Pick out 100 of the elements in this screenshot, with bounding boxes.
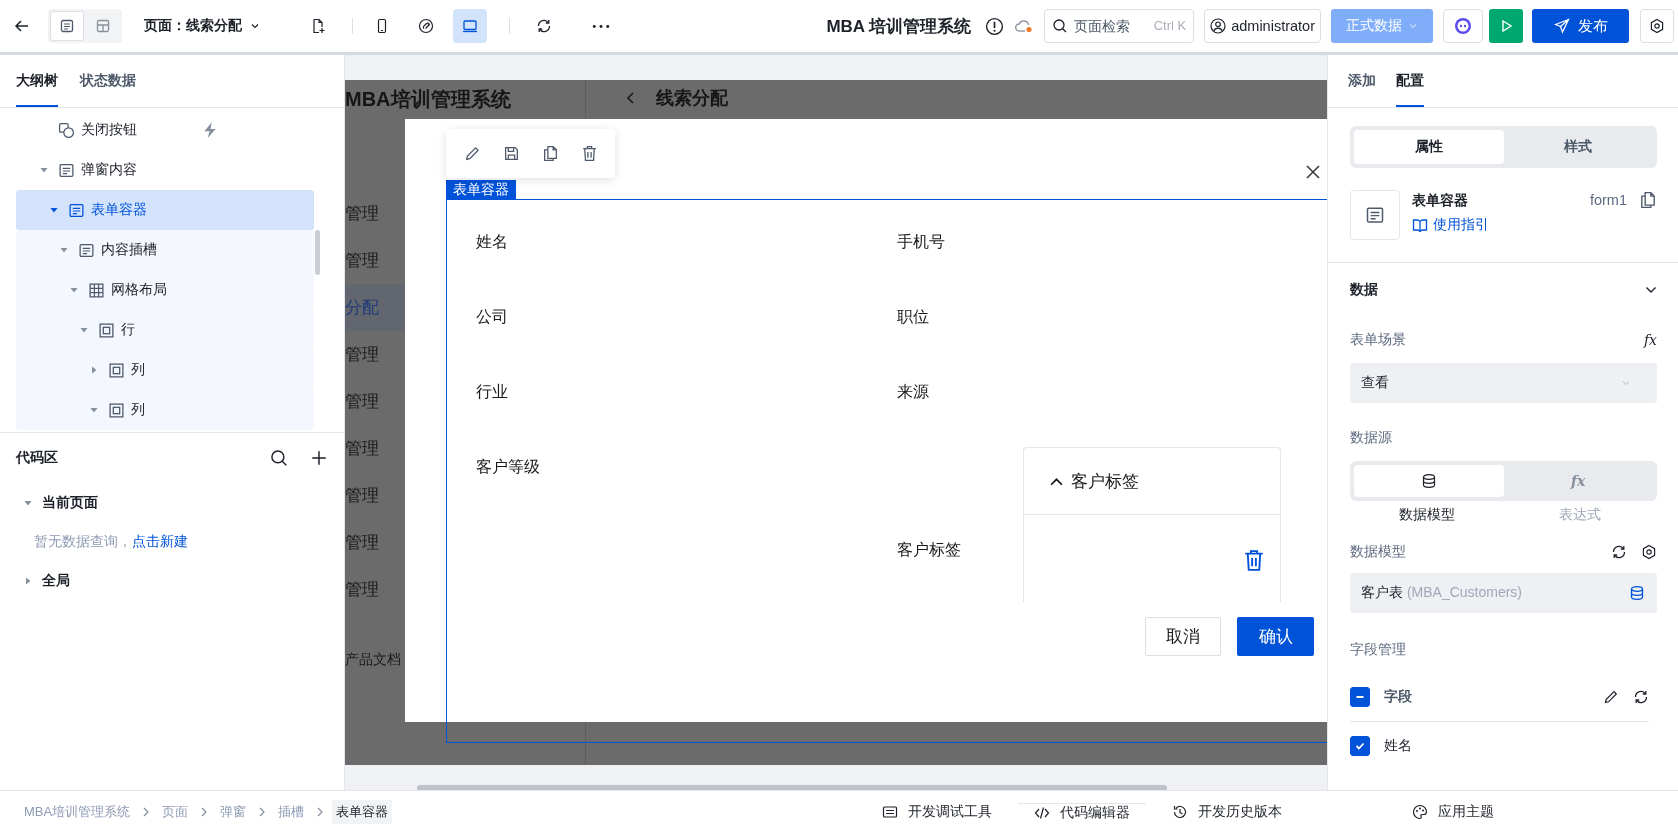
app-title: MBA 培训管理系统 bbox=[826, 15, 972, 38]
copy-icon[interactable] bbox=[1639, 190, 1657, 209]
mode-tab[interactable]: 属性 bbox=[1354, 130, 1504, 164]
mode-tab[interactable]: 样式 bbox=[1503, 130, 1653, 164]
back-icon[interactable] bbox=[626, 90, 636, 106]
scrollbar[interactable] bbox=[417, 785, 1167, 790]
refresh-icon[interactable] bbox=[536, 18, 552, 34]
publish-button[interactable]: 发布 bbox=[1532, 9, 1629, 43]
refresh-icon[interactable] bbox=[1611, 544, 1627, 560]
user-button[interactable]: administrator bbox=[1204, 9, 1321, 43]
field-label: 手机号 bbox=[897, 232, 946, 252]
edit-icon[interactable] bbox=[1603, 689, 1619, 705]
component-name: 表单容器 bbox=[1412, 192, 1469, 210]
expression-button[interactable]: fx bbox=[1643, 332, 1657, 348]
field-label: 客户等级 bbox=[476, 457, 541, 477]
caret-icon[interactable] bbox=[24, 499, 32, 507]
plus-icon[interactable] bbox=[310, 449, 328, 467]
cloud-icon[interactable] bbox=[1014, 18, 1035, 34]
chevron-icon bbox=[142, 806, 151, 818]
tree-item[interactable]: 内容插槽 bbox=[16, 230, 314, 270]
code-tool-button[interactable]: 代码编辑器 bbox=[1018, 802, 1146, 822]
tree-item[interactable]: 弹窗内容 bbox=[16, 150, 314, 190]
history-tool-button[interactable]: 开发历史版本 bbox=[1172, 803, 1282, 821]
shapes-icon bbox=[58, 121, 75, 139]
caret-icon bbox=[1621, 378, 1631, 388]
create-link[interactable]: 点击新建 bbox=[132, 533, 188, 551]
save-icon[interactable] bbox=[502, 145, 520, 162]
tree-item[interactable]: 列 bbox=[16, 350, 314, 390]
palette-icon bbox=[1412, 804, 1428, 820]
settings-icon[interactable] bbox=[1641, 544, 1657, 560]
property-label: 数据模型 bbox=[1350, 543, 1407, 561]
close-icon[interactable] bbox=[1305, 164, 1321, 180]
empty-message: 暂无数据查询， bbox=[34, 533, 132, 551]
scene-select[interactable]: 查看 bbox=[1350, 363, 1657, 403]
field-label: 公司 bbox=[476, 307, 509, 327]
guide-link[interactable]: 使用指引 bbox=[1412, 216, 1578, 234]
checkbox-label: 姓名 bbox=[1384, 737, 1413, 755]
debug-tool-button[interactable]: 开发调试工具 bbox=[882, 803, 992, 821]
data-model-field[interactable]: 客户表 (MBA_Customers) bbox=[1350, 573, 1657, 613]
search-icon[interactable] bbox=[270, 449, 288, 467]
tree-item[interactable]: 网格布局 bbox=[16, 270, 314, 310]
caret-icon[interactable] bbox=[90, 406, 98, 414]
property-label: 表单场景 bbox=[1350, 331, 1407, 349]
column-icon bbox=[108, 361, 125, 379]
tree-item[interactable]: 关闭按钮 bbox=[16, 110, 314, 150]
tree-item[interactable]: 列 bbox=[16, 390, 314, 430]
caret-icon[interactable] bbox=[24, 577, 32, 585]
caret-icon[interactable] bbox=[40, 166, 48, 174]
delete-icon[interactable] bbox=[580, 145, 598, 162]
field-checkbox[interactable] bbox=[1350, 736, 1370, 756]
subform-title: 客户标签 bbox=[1071, 470, 1139, 493]
page-title: 线索分配 bbox=[656, 87, 728, 110]
desktop-view-button[interactable] bbox=[453, 9, 487, 43]
scrollbar[interactable] bbox=[315, 230, 320, 275]
chevron-icon[interactable] bbox=[1050, 476, 1063, 486]
tree-item[interactable]: 行 bbox=[16, 310, 314, 350]
chevron-icon bbox=[258, 806, 267, 818]
more-icon[interactable] bbox=[592, 23, 610, 29]
caret-icon[interactable] bbox=[60, 246, 68, 254]
grid-icon bbox=[88, 281, 105, 299]
tree-item[interactable]: 表单容器 bbox=[16, 190, 314, 230]
code-group-label[interactable]: 当前页面 bbox=[42, 494, 98, 512]
chevron-icon[interactable] bbox=[1645, 286, 1657, 294]
caret-icon[interactable] bbox=[90, 366, 98, 374]
confirm-button[interactable]: 确认 bbox=[1237, 617, 1314, 656]
copy-icon[interactable] bbox=[541, 145, 559, 162]
layout-icon bbox=[95, 18, 111, 34]
option-label: 表达式 bbox=[1558, 506, 1603, 524]
add-page-icon[interactable] bbox=[310, 18, 326, 34]
info-icon[interactable] bbox=[985, 16, 1005, 36]
edit-icon[interactable] bbox=[463, 145, 481, 162]
panel-tab[interactable]: 状态数据 bbox=[80, 55, 136, 107]
caret-icon[interactable] bbox=[80, 326, 88, 334]
page-selector[interactable]: 页面：线索分配 bbox=[144, 17, 260, 35]
theme-tool-button[interactable]: 应用主题 bbox=[1412, 803, 1494, 821]
shortcut-hint: Ctrl K bbox=[1153, 18, 1187, 34]
section-title: 数据 bbox=[1350, 281, 1378, 299]
caret-icon[interactable] bbox=[50, 206, 58, 214]
cancel-button[interactable]: 取消 bbox=[1145, 617, 1221, 656]
panel-tab[interactable]: 大纲树 bbox=[16, 55, 58, 107]
settings-button[interactable] bbox=[1640, 9, 1674, 43]
assistant-button[interactable] bbox=[1443, 9, 1483, 43]
caret-icon[interactable] bbox=[70, 286, 78, 294]
form-icon bbox=[58, 161, 75, 179]
option-label: 数据模型 bbox=[1397, 506, 1456, 524]
refresh-icon[interactable] bbox=[1633, 689, 1649, 705]
select-all-checkbox[interactable] bbox=[1350, 687, 1370, 707]
breadcrumb-item[interactable]: 表单容器 bbox=[332, 800, 393, 824]
code-group-label[interactable]: 全局 bbox=[42, 572, 70, 590]
panel-tab[interactable]: 添加 bbox=[1348, 55, 1376, 107]
delete-icon[interactable] bbox=[1244, 549, 1264, 572]
back-arrow-icon[interactable] bbox=[14, 18, 30, 34]
outline-view-toggle[interactable] bbox=[50, 11, 84, 41]
database-icon[interactable] bbox=[1629, 585, 1645, 601]
property-label: 字段管理 bbox=[1350, 641, 1407, 659]
user-icon bbox=[1210, 18, 1227, 34]
form-icon bbox=[68, 201, 85, 219]
code-icon bbox=[1034, 804, 1050, 821]
panel-tab[interactable]: 配置 bbox=[1396, 55, 1424, 107]
form-icon bbox=[78, 241, 95, 259]
